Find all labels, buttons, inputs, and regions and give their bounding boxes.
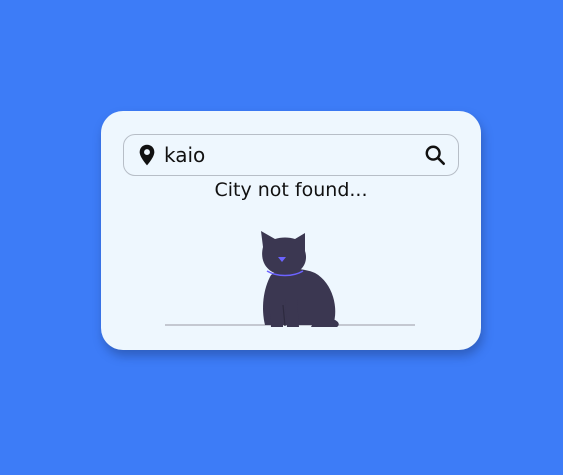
map-pin-icon bbox=[139, 144, 155, 166]
cat-illustration bbox=[165, 231, 415, 327]
city-search-input[interactable] bbox=[164, 141, 404, 169]
cat-head bbox=[261, 231, 307, 275]
search-bar bbox=[123, 134, 459, 176]
not-found-message: City not found... bbox=[214, 179, 368, 201]
weather-card: City not found... bbox=[101, 111, 481, 350]
search-icon[interactable] bbox=[424, 144, 446, 166]
